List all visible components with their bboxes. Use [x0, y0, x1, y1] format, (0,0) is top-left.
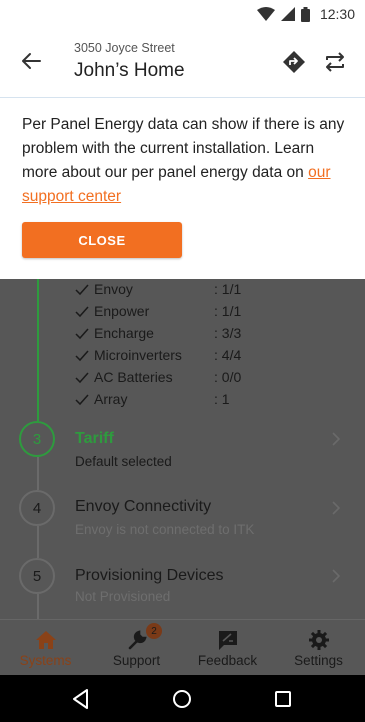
directions-icon[interactable] [282, 50, 306, 74]
chevron-right-icon[interactable] [330, 501, 342, 515]
device-row: Microinverters: 4/4 [75, 347, 275, 367]
step-3-title[interactable]: Tariff [75, 430, 114, 448]
site-address: 3050 Joyce Street [74, 41, 175, 55]
status-time: 12:30 [319, 6, 355, 22]
check-icon [75, 306, 89, 318]
setup-steps: Envoy: 1/1 Enpower: 1/1 Encharge: 3/3 Mi… [0, 279, 365, 619]
feedback-icon [218, 631, 237, 650]
step-connector [37, 594, 39, 619]
close-button[interactable]: CLOSE [22, 222, 182, 258]
chevron-right-icon[interactable] [330, 432, 342, 446]
status-bar: 12:30 [0, 0, 365, 28]
step-connector [37, 457, 39, 490]
check-icon [75, 328, 89, 340]
page-title: John’s Home [74, 60, 185, 81]
step-5-subtitle: Not Provisioned [75, 589, 171, 604]
tab-systems[interactable]: Systems [0, 620, 91, 676]
check-icon [75, 394, 89, 406]
check-icon [75, 350, 89, 362]
step-3-indicator: 3 [19, 421, 55, 457]
tab-support[interactable]: 2 Support [91, 620, 182, 676]
wifi-icon [256, 7, 275, 21]
tab-feedback[interactable]: Feedback [182, 620, 273, 676]
recents-square-icon[interactable] [271, 687, 295, 711]
step-connector [37, 526, 39, 558]
support-badge: 2 [146, 623, 162, 639]
step-4-indicator: 4 [19, 490, 55, 526]
wrench-icon [128, 630, 147, 650]
back-arrow-icon[interactable] [18, 48, 44, 74]
app-header: 3050 Joyce Street John’s Home [0, 28, 365, 98]
home-circle-icon[interactable] [170, 687, 194, 711]
bottom-nav: Systems 2 Support Feedback Settings [0, 619, 365, 675]
step-4-subtitle: Envoy is not connected to ITK [75, 522, 255, 537]
tab-settings[interactable]: Settings [273, 620, 364, 676]
progress-line [37, 279, 39, 421]
signal-icon [280, 7, 295, 21]
gear-icon [308, 630, 329, 650]
device-row: Enpower: 1/1 [75, 303, 275, 323]
device-row: AC Batteries: 0/0 [75, 369, 275, 389]
info-panel: Per Panel Energy data can show if there … [0, 99, 365, 279]
device-row: Array: 1 [75, 391, 275, 411]
home-icon [35, 631, 56, 649]
back-triangle-icon[interactable] [69, 687, 93, 711]
system-nav-bar [0, 675, 365, 722]
step-4-title[interactable]: Envoy Connectivity [75, 498, 211, 516]
check-icon [75, 284, 89, 296]
device-row: Envoy: 1/1 [75, 281, 275, 301]
swap-icon[interactable] [323, 50, 347, 74]
step-3-subtitle: Default selected [75, 454, 172, 469]
device-row: Encharge: 3/3 [75, 325, 275, 345]
battery-icon [300, 6, 310, 22]
step-5-title[interactable]: Provisioning Devices [75, 567, 224, 585]
chevron-right-icon[interactable] [330, 569, 342, 583]
step-5-indicator: 5 [19, 558, 55, 594]
info-message: Per Panel Energy data can show if there … [22, 116, 345, 205]
check-icon [75, 372, 89, 384]
